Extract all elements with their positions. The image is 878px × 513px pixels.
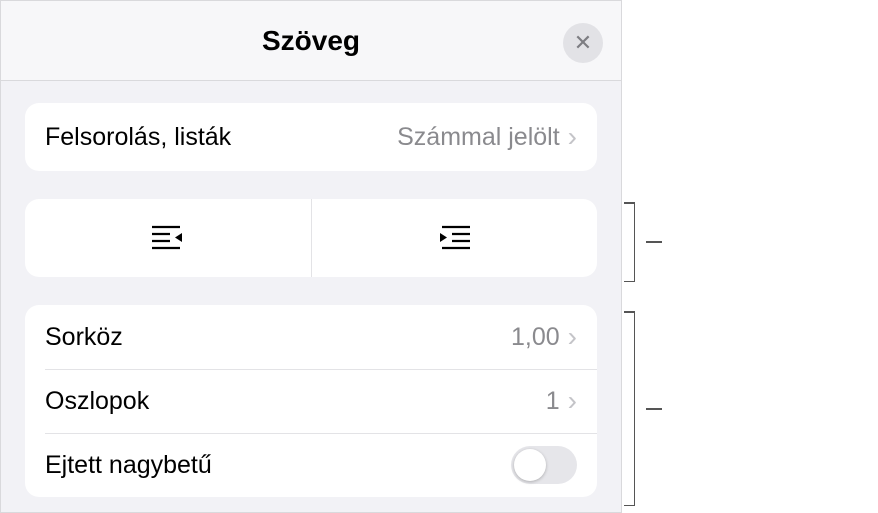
bullets-label: Felsorolás, listák: [45, 123, 231, 152]
chevron-right-icon: ›: [568, 323, 577, 351]
drop-cap-row: Ejtett nagybetű: [25, 433, 597, 497]
panel-header: Szöveg ✕: [1, 1, 621, 81]
toggle-knob: [514, 449, 546, 481]
callout-bracket-indent: [634, 202, 635, 282]
indent-group: [25, 199, 597, 277]
columns-label: Oszlopok: [45, 387, 149, 416]
outdent-icon: [148, 223, 188, 253]
indent-button[interactable]: [311, 199, 597, 277]
indent-icon: [434, 223, 474, 253]
callouts-layer: [622, 0, 878, 513]
drop-cap-label: Ejtett nagybetű: [45, 451, 212, 480]
callout-tick: [646, 408, 662, 410]
spacing-group: Sorköz 1,00 › Oszlopok 1 › Ejtett nagybe…: [25, 305, 597, 497]
bullets-row[interactable]: Felsorolás, listák Számmal jelölt ›: [25, 103, 597, 171]
bullets-group: Felsorolás, listák Számmal jelölt ›: [25, 103, 597, 171]
chevron-right-icon: ›: [568, 387, 577, 415]
bullets-value: Számmal jelölt: [397, 123, 560, 152]
line-spacing-row[interactable]: Sorköz 1,00 ›: [25, 305, 597, 369]
callout-tick: [646, 241, 662, 243]
columns-value: 1: [546, 387, 560, 416]
panel-title: Szöveg: [262, 25, 360, 57]
chevron-right-icon: ›: [568, 123, 577, 151]
drop-cap-toggle[interactable]: [511, 446, 577, 484]
columns-row[interactable]: Oszlopok 1 ›: [25, 369, 597, 433]
panel-content: Felsorolás, listák Számmal jelölt ›: [1, 81, 621, 497]
line-spacing-value: 1,00: [511, 323, 560, 352]
outdent-button[interactable]: [25, 199, 311, 277]
close-button[interactable]: ✕: [563, 23, 603, 63]
callout-bracket-spacing: [634, 311, 635, 506]
line-spacing-label: Sorköz: [45, 323, 123, 352]
close-icon: ✕: [574, 30, 592, 56]
text-format-panel: Szöveg ✕ Felsorolás, listák Számmal jelö…: [0, 0, 622, 513]
